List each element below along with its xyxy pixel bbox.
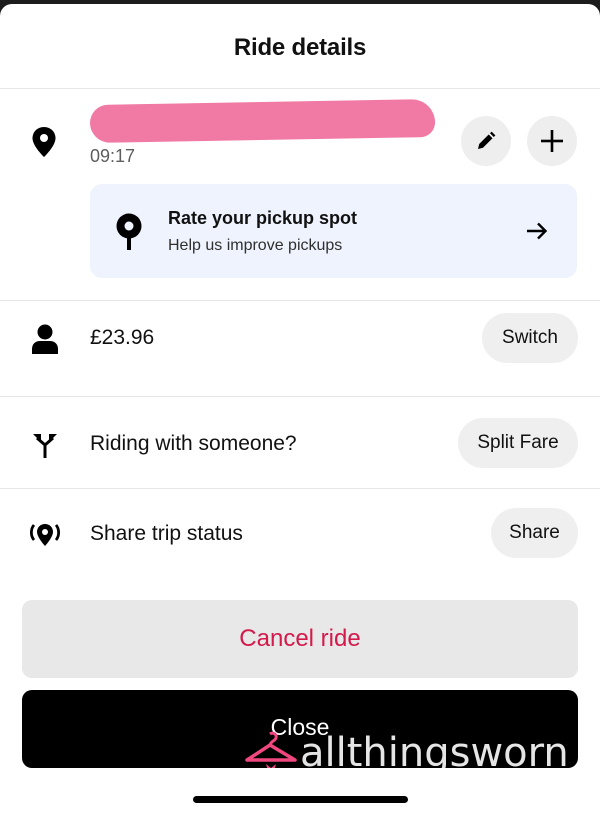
pickup-card-title: Rate your pickup spot [168,208,358,228]
location-pin-icon [30,126,58,158]
home-indicator [193,796,408,803]
pickup-pin-icon [114,212,144,252]
hanger-icon [245,731,297,768]
edit-destination-button[interactable] [461,116,511,166]
split-fare-button[interactable]: Split Fare [458,418,578,468]
plus-icon [541,130,563,152]
pickup-card-subtitle: Help us improve pickups [168,237,343,254]
fare-amount: £23.96 [90,326,155,349]
page-title: Ride details [233,34,367,61]
ride-details-sheet: Ride details 09:17 Rate your pickup spot… [0,4,600,814]
person-icon [30,322,60,356]
rate-pickup-card[interactable]: Rate your pickup spot Help us improve pi… [90,184,577,278]
divider [0,88,600,89]
add-stop-button[interactable] [527,116,577,166]
share-trip-label: Share trip status [90,522,243,545]
share-button[interactable]: Share [491,508,578,558]
divider [0,300,600,301]
watermark-text: allthingsworn [300,730,569,768]
destination-time: 09:17 [90,146,136,166]
pencil-icon [478,131,496,149]
arrow-right-icon [524,218,550,244]
redacted-address [89,98,436,144]
cancel-ride-button[interactable]: Cancel ride [22,600,578,678]
watermark: allthingsworn [244,730,578,768]
switch-payment-button[interactable]: Switch [482,313,578,363]
divider [0,396,600,397]
broadcast-location-icon [28,520,62,550]
close-button[interactable]: Close allthingsworn [22,690,578,768]
split-arrows-icon [30,430,60,460]
divider [0,488,600,489]
split-fare-label: Riding with someone? [90,432,297,455]
